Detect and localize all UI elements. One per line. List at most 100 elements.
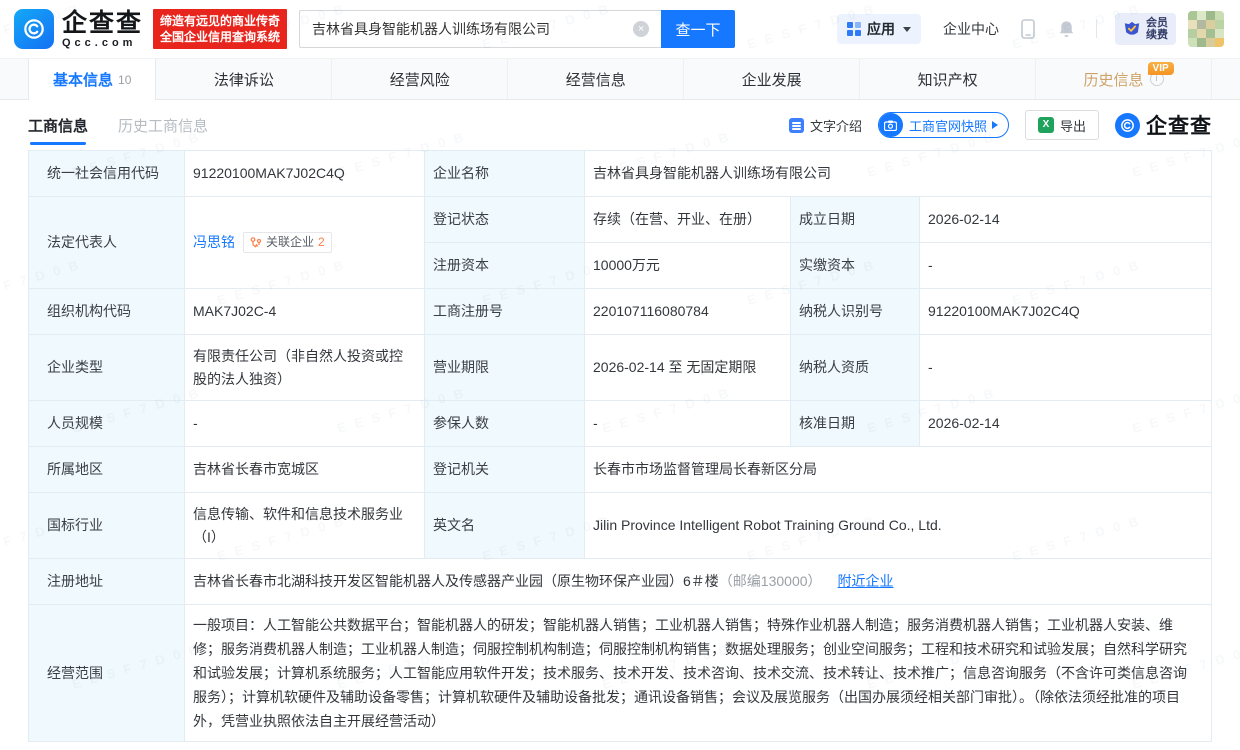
legal-rep-link[interactable]: 冯思铭 <box>193 231 235 254</box>
field-value: 长春市市场监督管理局长春新区分局 <box>585 447 1211 493</box>
field-value: - <box>920 243 1211 289</box>
bell-icon <box>1057 19 1076 39</box>
field-label: 参保人数 <box>425 401 585 447</box>
field-value: 吉林省长春市宽城区 <box>185 447 425 493</box>
header-divider <box>1096 20 1097 38</box>
field-label: 注册资本 <box>425 243 585 289</box>
table-row: 统一社会信用代码 91220100MAK7J02C4Q 企业名称 吉林省具身智能… <box>29 151 1211 197</box>
main-tab-bar: 基本信息 10 法律诉讼 经营风险 经营信息 企业发展 知识产权 VIP 历史信… <box>0 58 1240 100</box>
field-label: 成立日期 <box>791 197 920 243</box>
table-row: 法定代表人 冯思铭 关联企业 2 登记状态 存续（在营、开业、在册） 成立日期 … <box>29 197 1211 289</box>
field-value: 2026-02-14 <box>920 401 1211 447</box>
brand-text[interactable]: 企查查 Qcc.com <box>62 10 143 49</box>
tab-basic-info[interactable]: 基本信息 10 <box>28 59 156 100</box>
field-label: 人员规模 <box>29 401 185 447</box>
related-companies-badge[interactable]: 关联企业 2 <box>243 232 332 253</box>
tab-legal-proceedings[interactable]: 法律诉讼 <box>156 59 332 99</box>
field-value: 10000万元 <box>585 243 791 289</box>
vip-crown-icon <box>1123 21 1141 38</box>
export-label: 导出 <box>1060 116 1086 135</box>
text-intro-button[interactable]: 文字介绍 <box>789 116 862 135</box>
field-value: 91220100MAK7J02C4Q <box>920 289 1211 335</box>
legal-rep-cell: 冯思铭 关联企业 2 <box>185 197 425 289</box>
related-companies-icon <box>250 237 262 249</box>
top-header: 企查查 Qcc.com 缔造有远见的商业传奇 全国企业信用查询系统 查一下 应用… <box>0 0 1240 58</box>
apps-label: 应用 <box>867 19 895 39</box>
excel-icon <box>1038 117 1054 133</box>
subtab-business-info[interactable]: 工商信息 <box>28 115 88 136</box>
field-label: 英文名 <box>425 493 585 559</box>
clear-search-icon[interactable] <box>633 21 649 37</box>
nearby-companies-link[interactable]: 附近企业 <box>838 570 894 593</box>
field-value: - <box>585 401 791 447</box>
table-row: 注册地址 吉林省长春市北湖科技开发区智能机器人及传感器产业园（原生物环保产业园）… <box>29 559 1211 605</box>
field-label: 登记机关 <box>425 447 585 493</box>
slogan-line1: 缔造有远见的商业传奇 <box>160 13 280 29</box>
qcc-stamp-label: 企查查 <box>1146 110 1212 140</box>
tab-company-development[interactable]: 企业发展 <box>684 59 860 99</box>
arrow-right-icon <box>992 121 998 129</box>
search-button[interactable]: 查一下 <box>661 10 735 48</box>
enterprise-center-link[interactable]: 企业中心 <box>943 19 999 39</box>
notifications-button[interactable] <box>1057 19 1076 39</box>
tab-intellectual-property[interactable]: 知识产权 <box>860 59 1036 99</box>
brand-domain: Qcc.com <box>62 37 143 49</box>
toolbar-actions: 文字介绍 工商官网快照 导出 企查查 <box>789 110 1212 140</box>
tab-operating-info[interactable]: 经营信息 <box>508 59 684 99</box>
header-right-nav: 应用 企业中心 会员 续费 <box>837 11 1224 47</box>
field-label: 实缴资本 <box>791 243 920 289</box>
section-toolbar: 工商信息 历史工商信息 文字介绍 工商官网快照 导出 企查查 <box>0 100 1240 150</box>
chevron-down-icon <box>903 27 911 32</box>
field-label: 营业期限 <box>425 335 585 401</box>
field-label: 登记状态 <box>425 197 585 243</box>
vip-renew-button[interactable]: 会员 续费 <box>1115 13 1176 45</box>
field-label: 所属地区 <box>29 447 185 493</box>
tab-basic-info-label: 基本信息 <box>53 69 113 90</box>
tab-operating-risk[interactable]: 经营风险 <box>332 59 508 99</box>
subtab-history-business-info[interactable]: 历史工商信息 <box>118 115 208 136</box>
table-row: 人员规模 - 参保人数 - 核准日期 2026-02-14 <box>29 401 1211 447</box>
vip-renew-label: 会员 续费 <box>1146 17 1168 41</box>
field-value: 有限责任公司（非自然人投资或控股的法人独资） <box>185 335 425 401</box>
slogan-line2: 全国企业信用查询系统 <box>160 29 280 45</box>
export-button[interactable]: 导出 <box>1025 110 1099 140</box>
field-label: 国标行业 <box>29 493 185 559</box>
field-label: 工商注册号 <box>425 289 585 335</box>
field-value: 2026-02-14 <box>920 197 1211 243</box>
tab-basic-info-count: 10 <box>118 73 131 87</box>
slogan-badge: 缔造有远见的商业传奇 全国企业信用查询系统 <box>153 9 287 49</box>
qcc-logo-glyph <box>21 16 47 42</box>
business-info-table: 统一社会信用代码 91220100MAK7J02C4Q 企业名称 吉林省具身智能… <box>28 150 1212 742</box>
field-label: 经营范围 <box>29 605 185 741</box>
brand-name: 企查查 <box>62 10 143 36</box>
tab-history-info[interactable]: VIP 历史信息 <box>1036 59 1212 99</box>
field-label: 企业类型 <box>29 335 185 401</box>
avatar-image <box>1188 11 1224 47</box>
official-snapshot-label: 工商官网快照 <box>909 116 987 135</box>
search-bar: 查一下 <box>299 10 735 48</box>
phone-icon <box>1019 19 1037 39</box>
search-input[interactable] <box>299 10 661 48</box>
apps-menu[interactable]: 应用 <box>837 14 921 44</box>
field-value: 存续（在营、开业、在册） <box>585 197 791 243</box>
vip-badge: VIP <box>1148 62 1174 75</box>
field-value: - <box>185 401 425 447</box>
qcc-logo-icon[interactable] <box>14 9 54 49</box>
field-label: 注册地址 <box>29 559 185 605</box>
address-postcode: （邮编130000） <box>719 570 822 593</box>
address-value: 吉林省长春市北湖科技开发区智能机器人及传感器产业园（原生物环保产业园）6＃楼 <box>193 570 719 593</box>
table-row: 企业类型 有限责任公司（非自然人投资或控股的法人独资） 营业期限 2026-02… <box>29 335 1211 401</box>
document-icon <box>789 118 804 133</box>
camera-icon <box>879 113 903 137</box>
field-label: 统一社会信用代码 <box>29 151 185 197</box>
table-row: 所属地区 吉林省长春市宽城区 登记机关 长春市市场监督管理局长春新区分局 <box>29 447 1211 493</box>
tab-bar-spacer <box>1212 59 1240 99</box>
official-snapshot-button[interactable]: 工商官网快照 <box>878 112 1009 138</box>
mobile-app-button[interactable] <box>1019 19 1037 39</box>
table-row: 经营范围 一般项目：人工智能公共数据平台；智能机器人的研发；智能机器人销售；工业… <box>29 605 1211 741</box>
field-label: 纳税人资质 <box>791 335 920 401</box>
user-avatar[interactable] <box>1188 11 1224 47</box>
address-cell: 吉林省长春市北湖科技开发区智能机器人及传感器产业园（原生物环保产业园）6＃楼 （… <box>185 559 1211 605</box>
field-label: 核准日期 <box>791 401 920 447</box>
related-companies-count: 2 <box>318 231 325 254</box>
